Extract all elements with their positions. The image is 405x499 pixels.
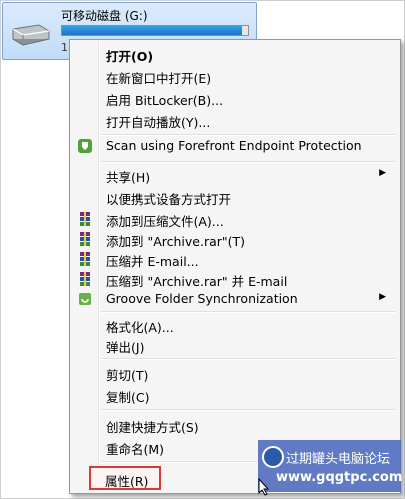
- menu-item-cut[interactable]: 剪切(T): [72, 362, 398, 384]
- menu-item-compress-and-email[interactable]: 压缩并 E-mail...: [72, 248, 398, 270]
- menu-item-label: 复制(C): [106, 390, 150, 405]
- menu-item-share[interactable]: 共享(H) ▶: [72, 164, 398, 186]
- menu-item-groove-sync[interactable]: Groove Folder Synchronization ▶: [72, 288, 398, 310]
- menu-item-label: 重命名(M): [106, 442, 165, 457]
- menu-item-label: 剪切(T): [106, 368, 149, 383]
- menu-item-label: 以便携式设备方式打开: [106, 192, 232, 207]
- menu-item-label: Groove Folder Synchronization: [106, 291, 298, 306]
- winrar-icon: [80, 272, 90, 286]
- menu-item-forefront-scan[interactable]: Scan using Forefront Endpoint Protection: [72, 135, 398, 157]
- context-menu: 打开(O) 在新窗口中打开(E) 启用 BitLocker(B)... 打开自动…: [69, 39, 401, 494]
- menu-item-open-new-window[interactable]: 在新窗口中打开(E): [72, 65, 398, 87]
- usb-drive-icon: [12, 24, 50, 46]
- submenu-arrow-icon: ▶: [379, 292, 386, 302]
- menu-item-label: 打开(O): [106, 49, 154, 64]
- menu-item-label: 属性(R): [105, 474, 149, 489]
- menu-item-copy[interactable]: 复制(C): [72, 384, 398, 406]
- site-watermark: 过期罐头电脑论坛 www.gqgtpc.com: [258, 440, 403, 492]
- menu-separator: [101, 311, 396, 313]
- menu-separator: [101, 161, 396, 163]
- submenu-arrow-icon: ▶: [379, 168, 386, 178]
- menu-separator: [101, 358, 396, 360]
- menu-item-open-autoplay[interactable]: 打开自动播放(Y)...: [72, 109, 398, 131]
- menu-item-format[interactable]: 格式化(A)...: [72, 314, 398, 336]
- menu-item-enable-bitlocker[interactable]: 启用 BitLocker(B)...: [72, 87, 398, 109]
- menu-item-create-shortcut[interactable]: 创建快捷方式(S): [72, 414, 398, 436]
- winrar-icon: [80, 212, 90, 226]
- watermark-logo-icon: [262, 446, 284, 468]
- menu-item-properties[interactable]: 属性(R): [89, 466, 161, 490]
- watermark-url: www.gqgtpc.com: [276, 470, 403, 485]
- menu-item-add-to-archive[interactable]: 添加到压缩文件(A)...: [72, 208, 398, 230]
- drive-name: 可移动磁盘 (G:): [61, 9, 148, 23]
- menu-item-label: 在新窗口中打开(E): [106, 71, 212, 86]
- drive-usage-bar: [61, 25, 249, 36]
- menu-item-label: 打开自动播放(Y)...: [106, 115, 211, 130]
- winrar-icon: [80, 232, 90, 246]
- menu-item-open[interactable]: 打开(O): [72, 43, 398, 65]
- menu-item-label: 创建快捷方式(S): [106, 420, 199, 435]
- menu-item-add-to-archive-rar[interactable]: 添加到 "Archive.rar"(T): [72, 228, 398, 250]
- drive-usage-fill: [62, 26, 243, 35]
- menu-item-eject[interactable]: 弹出(J): [72, 334, 398, 356]
- menu-separator: [101, 409, 396, 411]
- menu-item-label: 启用 BitLocker(B)...: [106, 93, 224, 108]
- menu-item-compress-rar-and-email[interactable]: 压缩到 "Archive.rar" 并 E-mail: [72, 268, 398, 290]
- menu-item-label: Scan using Forefront Endpoint Protection: [106, 138, 362, 153]
- forefront-shield-icon: [78, 139, 92, 153]
- menu-item-open-as-portable[interactable]: 以便携式设备方式打开: [72, 186, 398, 208]
- mouse-cursor-icon: [258, 478, 270, 496]
- menu-item-label: 共享(H): [106, 170, 151, 185]
- menu-item-label: 弹出(J): [106, 340, 145, 355]
- winrar-icon: [80, 252, 90, 266]
- groove-icon: [79, 293, 91, 305]
- watermark-title: 过期罐头电脑论坛: [286, 452, 391, 467]
